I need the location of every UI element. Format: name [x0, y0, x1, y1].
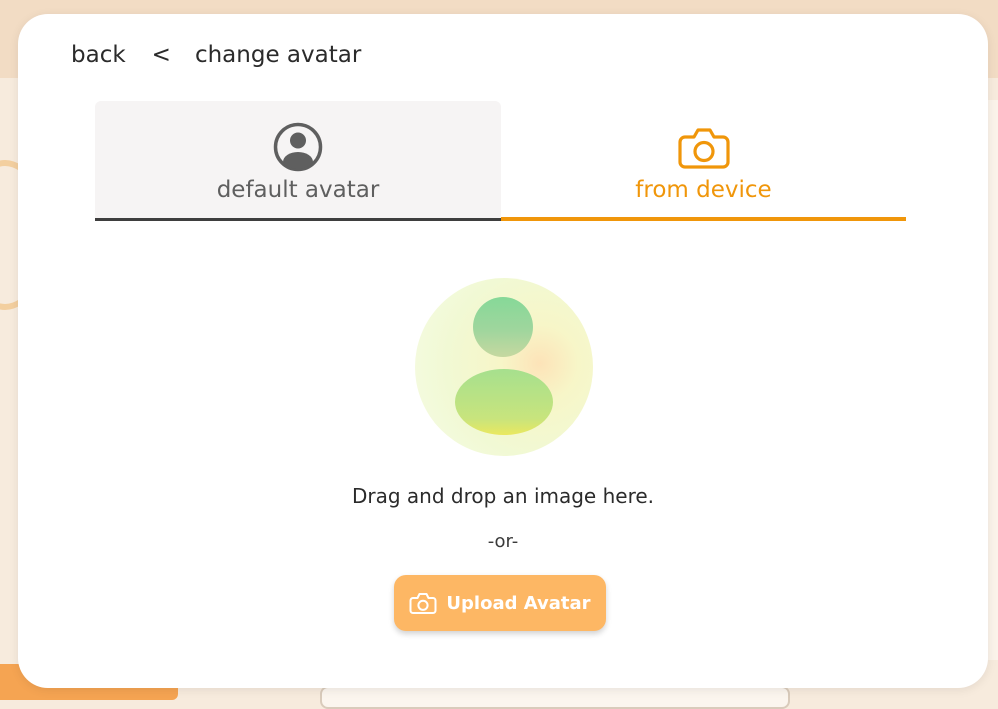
user-circle-icon: [272, 121, 324, 173]
background-input: [320, 686, 790, 709]
upload-avatar-button[interactable]: Upload Avatar: [394, 575, 606, 631]
avatar-placeholder-body: [455, 369, 553, 435]
back-link[interactable]: back: [71, 42, 126, 68]
avatar-placeholder-head: [473, 297, 533, 357]
tab-from-device[interactable]: from device: [501, 101, 906, 221]
camera-icon: [677, 121, 731, 173]
upload-avatar-button-label: Upload Avatar: [446, 592, 591, 614]
breadcrumb-separator: <: [151, 42, 171, 68]
change-avatar-modal: back < change avatar default avatar from…: [18, 14, 988, 688]
tab-default-avatar-label: default avatar: [216, 177, 380, 203]
modal-title: change avatar: [194, 42, 362, 68]
avatar-placeholder: [415, 278, 593, 456]
drag-drop-text: Drag and drop an image here.: [351, 484, 655, 508]
tab-from-device-label: from device: [635, 177, 772, 203]
or-divider-text: -or-: [487, 531, 519, 552]
avatar-source-tabs: default avatar from device: [95, 101, 906, 223]
camera-icon: [409, 591, 437, 615]
tab-default-avatar[interactable]: default avatar: [95, 101, 501, 221]
modal-header: back < change avatar: [71, 42, 361, 68]
